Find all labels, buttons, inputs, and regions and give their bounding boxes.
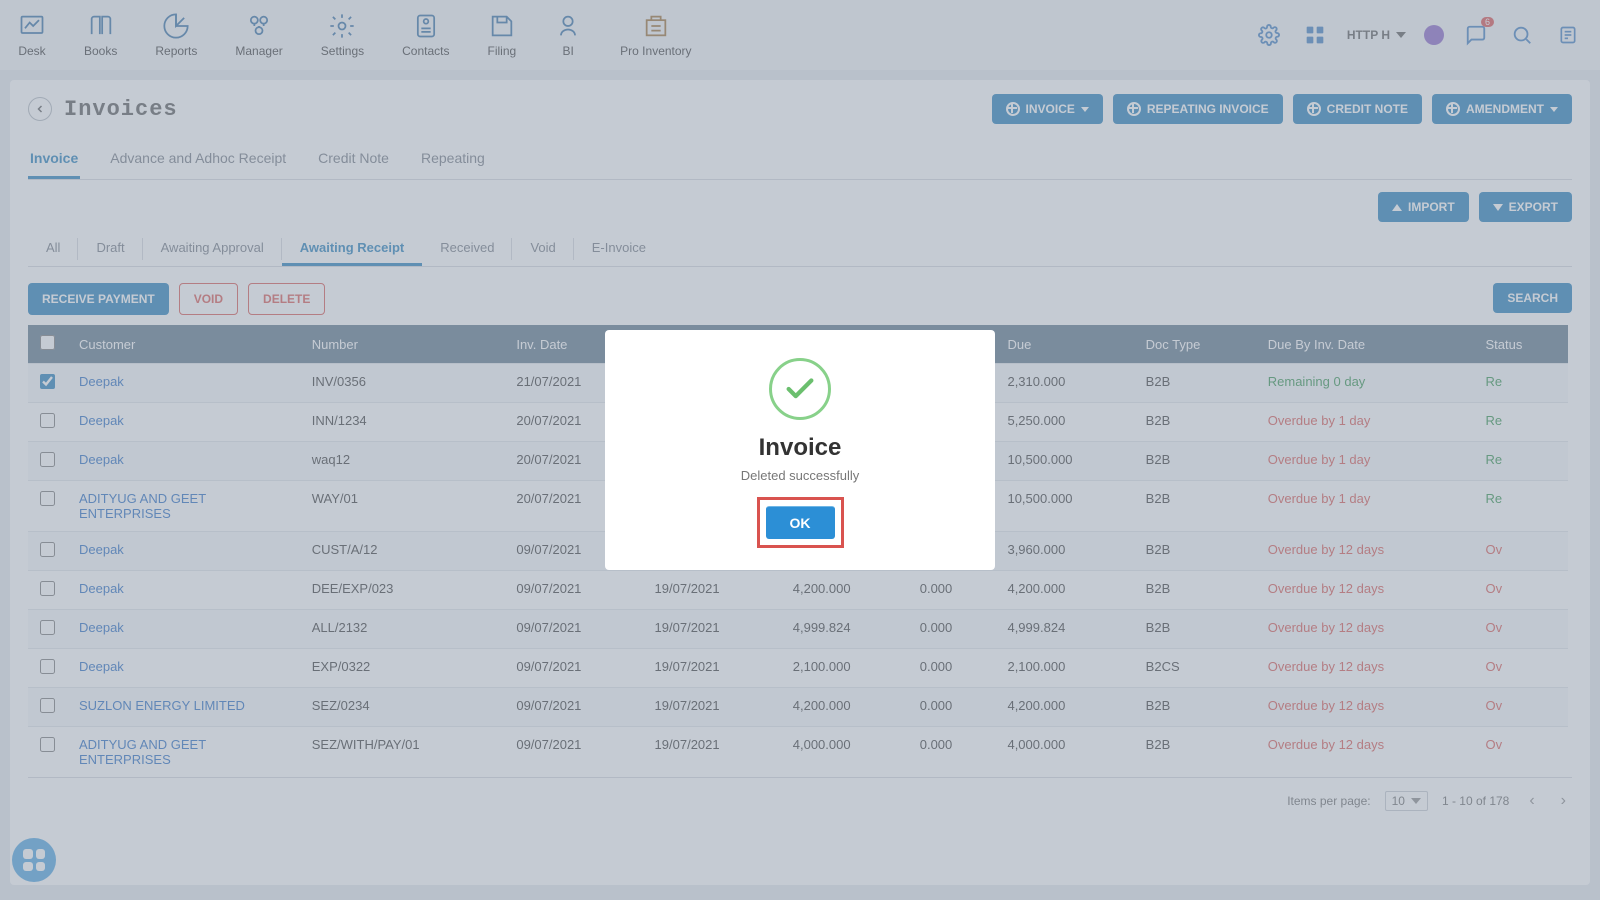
- modal-subtitle: Deleted successfully: [625, 468, 975, 483]
- check-circle-icon: [769, 358, 831, 420]
- modal-overlay: Invoice Deleted successfully OK: [0, 0, 1600, 900]
- success-modal: Invoice Deleted successfully OK: [605, 330, 995, 570]
- modal-ok-button[interactable]: OK: [766, 506, 835, 539]
- modal-title: Invoice: [625, 434, 975, 462]
- ok-highlight-frame: OK: [757, 497, 844, 548]
